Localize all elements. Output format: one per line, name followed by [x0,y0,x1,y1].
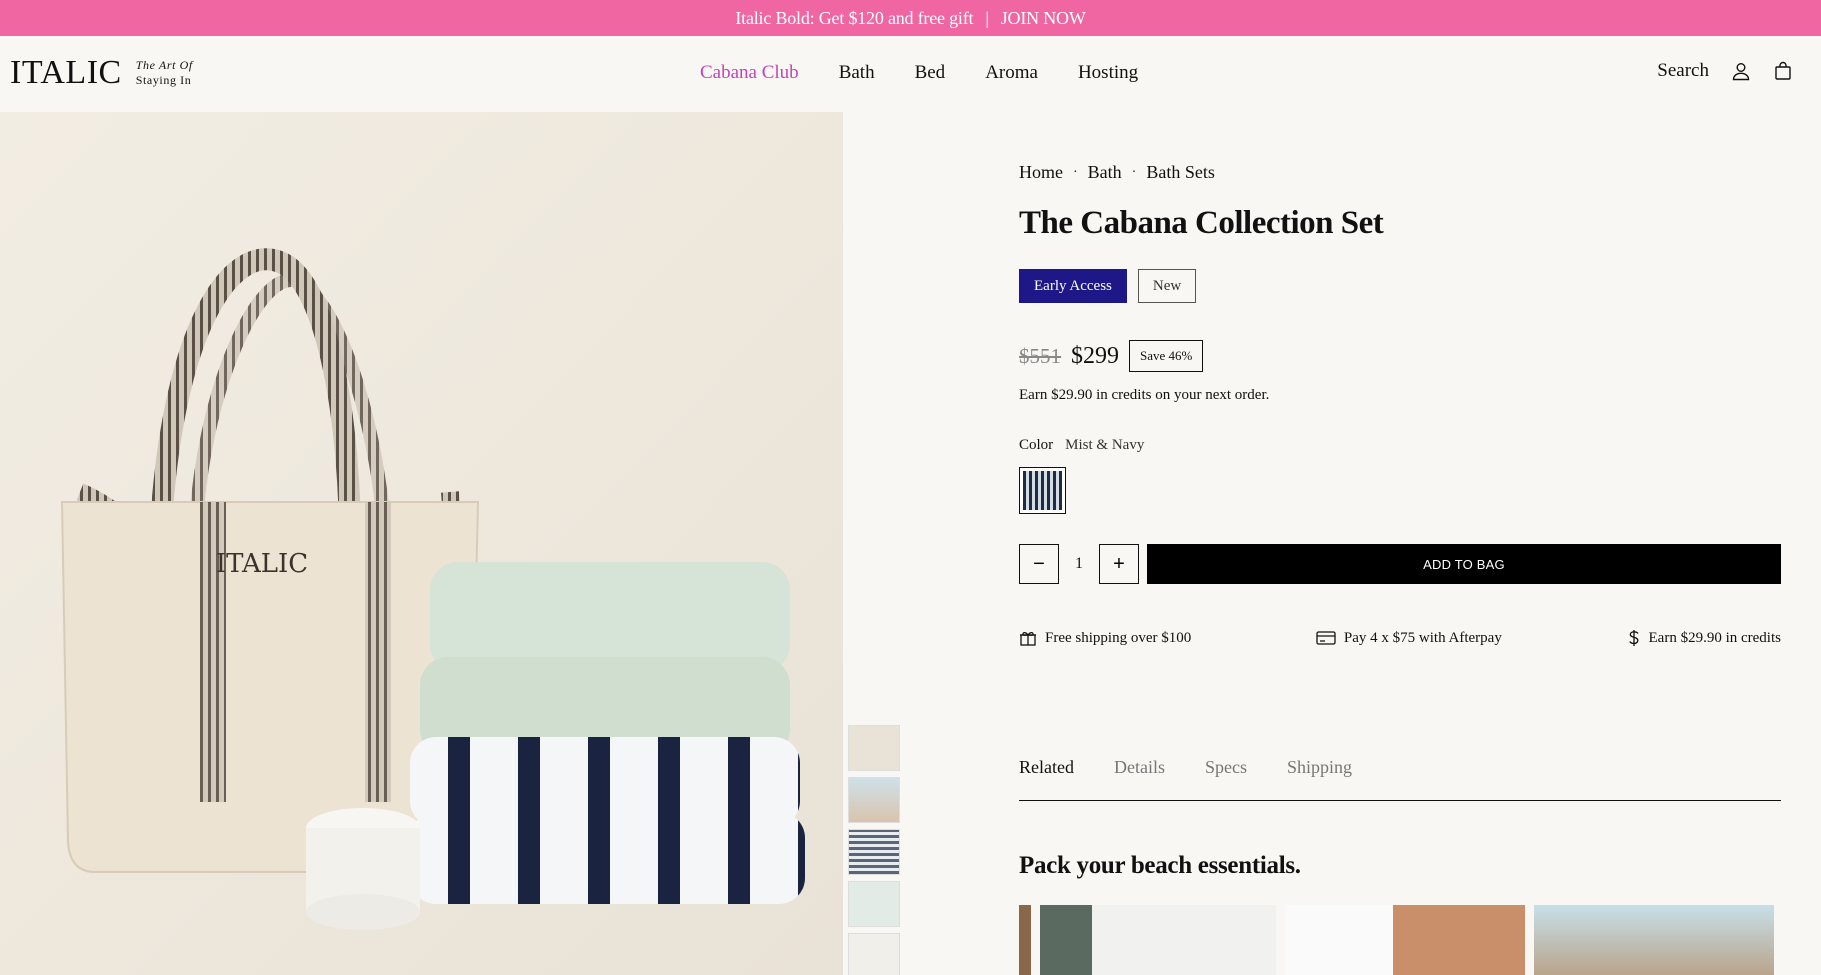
tab-specs[interactable]: Specs [1205,757,1247,800]
join-now-link[interactable]: JOIN NOW [1001,8,1086,29]
breadcrumb-home[interactable]: Home [1019,162,1063,183]
price-row: $551 $299 Save 46% [1019,340,1204,372]
tab-shipping[interactable]: Shipping [1287,757,1352,800]
related-card-3[interactable] [1285,905,1525,975]
perks-row: Free shipping over $100 Pay 4 x $75 with… [1019,629,1781,647]
gift-icon [1020,631,1036,646]
product-title: The Cabana Collection Set [1019,205,1384,241]
swatch-pattern [1023,471,1062,510]
site-header: ITALIC The Art Of Staying In Cabana Club… [0,36,1821,112]
color-label: Color [1019,437,1054,453]
perk-free-shipping-text: Free shipping over $100 [1045,629,1192,646]
tagline-line-1: The Art Of [135,58,193,72]
thumbnail-3[interactable] [848,829,900,875]
nav-item-bed[interactable]: Bed [915,62,946,84]
perk-afterpay-text: Pay 4 x $75 with Afterpay [1343,629,1502,646]
perk-afterpay: Pay 4 x $75 with Afterpay [1316,629,1502,647]
tab-details[interactable]: Details [1114,757,1165,800]
nav-item-hosting[interactable]: Hosting [1078,62,1138,84]
badges: Early Access New [1019,269,1197,303]
perk-free-shipping: Free shipping over $100 [1019,629,1191,647]
color-selector-label: Color Mist & Navy [1019,437,1144,454]
search-link[interactable]: Search [1657,60,1709,82]
breadcrumb-bath[interactable]: Bath [1088,162,1122,183]
tab-related[interactable]: Related [1019,757,1074,800]
logo-tagline: The Art Of Staying In [136,58,193,88]
nav-item-cabana-club[interactable]: Cabana Club [700,62,799,84]
svg-text:ITALIC: ITALIC [216,549,308,579]
decrease-quantity-button[interactable]: − [1019,544,1059,584]
perk-credits-text: Earn $29.90 in credits [1648,629,1781,646]
quantity-value[interactable]: 1 [1059,555,1099,573]
breadcrumb: Home · Bath · Bath Sets [1019,162,1215,183]
increase-quantity-button[interactable]: + [1099,544,1139,584]
related-products [1019,905,1781,975]
save-badge: Save 46% [1129,340,1204,372]
thumbnail-5[interactable] [848,933,900,975]
add-to-bag-button[interactable]: ADD TO BAG [1147,544,1781,584]
account-icon[interactable] [1731,61,1751,81]
breadcrumb-separator: · [1131,164,1137,180]
thumbnail-1[interactable] [848,725,900,771]
thumbnail-4[interactable] [848,881,900,927]
early-access-badge: Early Access [1019,269,1127,303]
original-price: $551 [1019,343,1061,368]
logo-wordmark: ITALIC [10,54,122,91]
credits-text: Earn $29.90 in credits on your next orde… [1019,387,1270,403]
card-icon [1316,631,1336,645]
product-hero-image[interactable]: ITALIC [0,112,843,975]
nav-item-aroma[interactable]: Aroma [985,62,1038,84]
promo-text: Italic Bold: Get $120 and free gift [735,7,974,28]
bag-icon[interactable] [1773,61,1793,81]
related-card-2[interactable] [1040,905,1276,975]
thumbnail-2[interactable] [848,777,900,823]
breadcrumb-bath-sets[interactable]: Bath Sets [1146,162,1215,183]
logo[interactable]: ITALIC The Art Of Staying In [10,56,193,90]
color-value: Mist & Navy [1065,437,1145,453]
tagline-line-2: Staying In [135,73,192,87]
thumbnail-strip [848,725,900,975]
product-tabs: Related Details Specs Shipping [1019,757,1781,801]
related-card-1[interactable] [1019,905,1031,975]
nav-item-bath[interactable]: Bath [839,62,875,84]
purchase-row: − 1 + ADD TO BAG [1019,544,1781,584]
new-badge: New [1137,269,1197,303]
promo-separator: | [985,7,989,28]
breadcrumb-separator: · [1073,164,1078,180]
dollar-icon [1628,630,1639,646]
color-swatch-mist-navy[interactable] [1019,467,1066,514]
related-card-4[interactable] [1534,905,1774,975]
perk-credits: Earn $29.90 in credits [1627,629,1781,647]
sale-price: $299 [1071,342,1119,369]
header-utilities: Search [1657,60,1793,82]
promo-bar: Italic Bold: Get $120 and free gift | JO… [0,0,1821,36]
related-section-title: Pack your beach essentials. [1019,852,1301,879]
main-menu: Cabana Club Bath Bed Aroma Hosting [700,62,1138,84]
